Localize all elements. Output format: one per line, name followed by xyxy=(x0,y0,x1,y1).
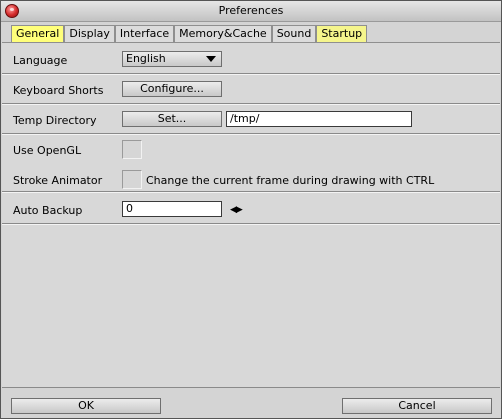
stroke-animator-description: Change the current frame during drawing … xyxy=(146,174,435,187)
auto-backup-field[interactable]: 0 xyxy=(122,201,222,217)
preferences-window: Preferences General Display Interface Me… xyxy=(0,0,502,419)
auto-backup-label: Auto Backup xyxy=(13,204,83,217)
separator xyxy=(2,223,500,225)
tab-bar: General Display Interface Memory&Cache S… xyxy=(11,25,368,42)
separator xyxy=(2,73,500,75)
temp-directory-label: Temp Directory xyxy=(13,114,97,127)
language-select[interactable]: English xyxy=(122,51,222,67)
stroke-animator-checkbox[interactable] xyxy=(122,170,142,189)
dialog-footer: OK Cancel xyxy=(2,387,500,418)
tab-startup[interactable]: Startup xyxy=(316,25,368,42)
separator xyxy=(2,133,500,135)
chevron-down-icon xyxy=(206,56,216,62)
spin-arrows-icon[interactable]: ◀▶ xyxy=(230,205,243,215)
window-title: Preferences xyxy=(218,4,284,17)
temp-directory-field[interactable]: /tmp/ xyxy=(226,111,412,127)
stroke-animator-label: Stroke Animator xyxy=(13,174,103,187)
cancel-button[interactable]: Cancel xyxy=(342,398,492,414)
separator xyxy=(2,191,500,193)
ok-button[interactable]: OK xyxy=(11,398,161,414)
set-temp-dir-button[interactable]: Set... xyxy=(122,111,222,127)
use-opengl-label: Use OpenGL xyxy=(13,144,82,157)
keyboard-shorts-label: Keyboard Shorts xyxy=(13,84,104,97)
language-label: Language xyxy=(13,54,68,67)
tab-interface[interactable]: Interface xyxy=(114,25,175,42)
tab-sound[interactable]: Sound xyxy=(271,25,317,42)
tab-display[interactable]: Display xyxy=(64,25,115,42)
use-opengl-checkbox[interactable] xyxy=(122,140,142,159)
configure-button[interactable]: Configure... xyxy=(122,81,222,97)
tab-general[interactable]: General xyxy=(11,25,65,42)
title-bar: Preferences xyxy=(1,1,501,22)
general-panel: Language English Keyboard Shorts Configu… xyxy=(2,42,500,387)
language-value: English xyxy=(126,52,166,65)
tab-memory-cache[interactable]: Memory&Cache xyxy=(174,25,272,42)
separator xyxy=(2,103,500,105)
